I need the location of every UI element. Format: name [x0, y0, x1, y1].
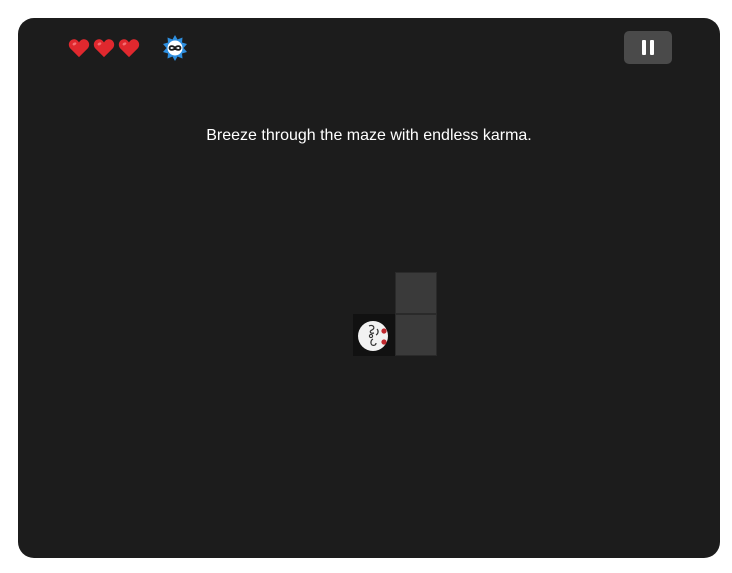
maze-tile: [395, 314, 437, 356]
heart-icon: [93, 39, 115, 58]
maze-tile: [395, 272, 437, 314]
hint-text: Breeze through the maze with endless kar…: [206, 127, 532, 144]
pause-icon: [642, 40, 646, 55]
pause-icon-bar: [650, 40, 654, 55]
lives-display: [68, 38, 140, 58]
pause-button[interactable]: [624, 31, 672, 64]
heart-icon: [68, 39, 90, 58]
game-window: Breeze through the maze with endless kar…: [18, 18, 720, 558]
player-face-icon: [358, 321, 388, 351]
infinity-karma-icon: [163, 35, 187, 61]
heart-icon: [118, 39, 140, 58]
